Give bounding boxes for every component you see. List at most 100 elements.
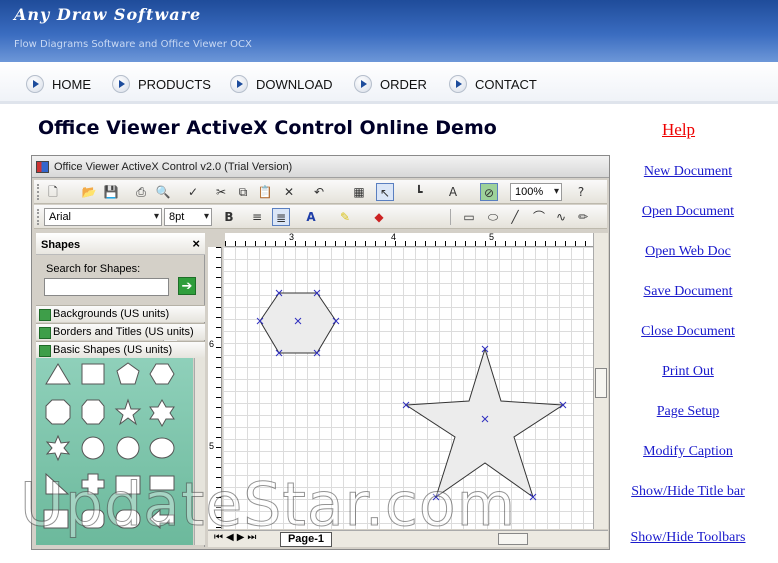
toggle-toolbars-link[interactable]: Show/Hide Toolbars [612, 530, 764, 546]
star7-shape[interactable] [45, 434, 71, 462]
print-preview-icon[interactable]: 🔍 [154, 183, 172, 201]
shapes-header: Shapes × [36, 233, 205, 255]
ruler-label: 5 [489, 232, 495, 242]
new-icon[interactable]: 🗋 [44, 183, 62, 201]
dotted-circle-shape[interactable] [116, 436, 140, 460]
open-document-link[interactable]: Open Document [612, 204, 764, 220]
font-size-select[interactable]: 8pt [164, 208, 212, 226]
ruler-label: 4 [391, 232, 397, 242]
copy-icon[interactable]: ⧉ [234, 183, 252, 201]
arrow-icon [354, 75, 372, 93]
brand-tagline: Flow Diagrams Software and Office Viewer… [14, 39, 252, 50]
scroll-thumb[interactable] [595, 368, 607, 398]
font-color-icon[interactable]: A [302, 208, 320, 226]
arrow-icon [230, 75, 248, 93]
toolbar-grip[interactable] [37, 209, 40, 225]
delete-icon[interactable]: ✕ [280, 183, 298, 201]
fill-color-icon[interactable]: ◆ [370, 208, 388, 226]
nav-home[interactable]: HOME [26, 74, 91, 94]
toggle-titlebar-link[interactable]: Show/Hide Title bar [612, 484, 764, 500]
nav-label: ORDER [380, 76, 427, 92]
page-setup-link[interactable]: Page Setup [612, 404, 764, 420]
main-nav: HOME PRODUCTS DOWNLOAD ORDER CONTACT [0, 62, 778, 104]
arrow-icon [449, 75, 467, 93]
standard-toolbar: 🗋 📂 💾 ⎙ 🔍 ✓ ✂ ⧉ 📋 ✕ ↶ ▦ ↖ ┗ A ⊘ 100% ? [34, 180, 607, 204]
circle-shape[interactable] [81, 436, 105, 460]
brand-logo[interactable]: Any Draw Software [14, 5, 201, 24]
nav-contact[interactable]: CONTACT [449, 74, 537, 94]
nav-download[interactable]: DOWNLOAD [230, 74, 333, 94]
arrow-icon [112, 75, 130, 93]
watermark: UpdateStar.com [19, 470, 517, 541]
line-icon[interactable]: ╱ [506, 208, 524, 226]
ruler-label: 5 [209, 441, 215, 451]
align-left-icon[interactable]: ≡ [248, 208, 266, 226]
pencil-icon[interactable]: ✏ [574, 208, 592, 226]
stencil-borders-titles[interactable]: Borders and Titles (US units) [36, 323, 205, 340]
save-icon[interactable]: 💾 [102, 183, 120, 201]
search-go-icon[interactable]: ➔ [178, 277, 196, 295]
arc-icon[interactable]: ⌒ [530, 208, 548, 226]
arrow-icon [26, 75, 44, 93]
modify-caption-link[interactable]: Modify Caption [612, 444, 764, 460]
nav-label: DOWNLOAD [256, 76, 333, 92]
triangle-shape[interactable] [45, 363, 71, 385]
hexagon-shape[interactable] [259, 292, 337, 354]
undo-icon[interactable]: ↶ [310, 183, 328, 201]
spelling-icon[interactable]: ✓ [184, 183, 202, 201]
nav-label: PRODUCTS [138, 76, 211, 92]
hexagon-shape[interactable] [149, 363, 175, 385]
site-banner: Any Draw Software Flow Diagrams Software… [0, 0, 778, 62]
connection-point-icon[interactable]: ⊘ [480, 183, 498, 201]
help-link[interactable]: Help [662, 120, 695, 140]
zoom-select[interactable]: 100% [510, 183, 562, 201]
stencil-backgrounds[interactable]: Backgrounds (US units) [36, 305, 205, 322]
freeform-icon[interactable]: ∿ [552, 208, 570, 226]
ellipse-shape[interactable] [149, 437, 175, 459]
close-icon[interactable]: × [192, 236, 200, 251]
square-shape[interactable] [81, 363, 105, 385]
text-tool-icon[interactable]: A [444, 183, 462, 201]
ellipse-icon[interactable]: ⬭ [484, 208, 502, 226]
align-center-icon[interactable]: ≣ [272, 208, 290, 226]
line-color-icon[interactable]: ✎ [336, 208, 354, 226]
shapes-window-icon[interactable]: ▦ [350, 183, 368, 201]
control-titlebar: Office Viewer ActiveX Control v2.0 (Tria… [32, 156, 609, 178]
page-title: Office Viewer ActiveX Control Online Dem… [38, 117, 497, 139]
print-out-link[interactable]: Print Out [612, 364, 764, 380]
help-icon[interactable]: ? [572, 183, 590, 201]
cut-icon[interactable]: ✂ [212, 183, 230, 201]
shapes-title: Shapes [41, 239, 81, 251]
heptagon-shape[interactable] [45, 399, 71, 425]
pentagon-shape[interactable] [116, 362, 140, 385]
control-title: Office Viewer ActiveX Control v2.0 (Tria… [54, 161, 293, 173]
nav-order[interactable]: ORDER [354, 74, 427, 94]
star5-shape[interactable] [114, 398, 142, 426]
paste-icon[interactable]: 📋 [256, 183, 274, 201]
star6-shape[interactable] [149, 398, 175, 428]
formatting-toolbar: Arial 8pt B ≡ ≣ A ✎ ◆ ▭ ⬭ ╱ ⌒ ∿ ✏ [34, 205, 607, 229]
new-document-link[interactable]: New Document [612, 164, 764, 180]
canvas-vertical-scrollbar[interactable] [593, 233, 608, 529]
nav-label: CONTACT [475, 76, 537, 92]
bold-button[interactable]: B [220, 208, 238, 226]
pointer-icon[interactable]: ↖ [376, 183, 394, 201]
ruler-label: 3 [289, 232, 295, 242]
rectangle-icon[interactable]: ▭ [460, 208, 478, 226]
connector-icon[interactable]: ┗ [410, 183, 428, 201]
search-label: Search for Shapes: [46, 263, 141, 275]
print-icon[interactable]: ⎙ [132, 183, 150, 201]
font-select[interactable]: Arial [44, 208, 162, 226]
nav-products[interactable]: PRODUCTS [112, 74, 211, 94]
toolbar-grip[interactable] [37, 184, 40, 200]
save-document-link[interactable]: Save Document [612, 284, 764, 300]
close-document-link[interactable]: Close Document [612, 324, 764, 340]
toolbar-separator [450, 209, 451, 225]
octagon-shape[interactable] [81, 399, 105, 425]
open-folder-icon[interactable]: 📂 [80, 183, 98, 201]
horizontal-ruler: 3 4 5 [225, 232, 607, 247]
nav-label: HOME [52, 76, 91, 92]
stencil-basic-shapes[interactable]: Basic Shapes (US units) [36, 341, 205, 358]
open-web-doc-link[interactable]: Open Web Doc [612, 244, 764, 260]
search-shapes-input[interactable]: ▼ [44, 278, 177, 341]
